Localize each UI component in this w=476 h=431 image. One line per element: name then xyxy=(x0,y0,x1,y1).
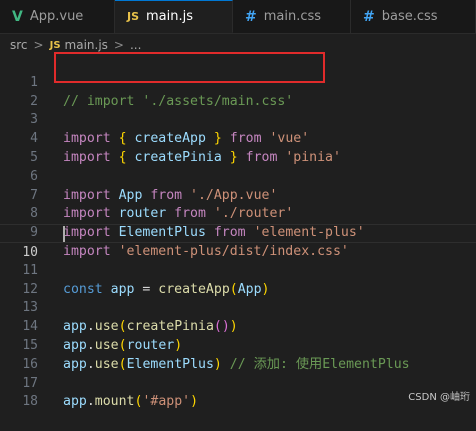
css-file-icon: # xyxy=(245,8,257,25)
code-line[interactable]: 7 import router from './router' xyxy=(0,168,476,222)
tab-main-js[interactable]: JS main.js xyxy=(115,0,233,33)
tab-base-css[interactable]: # base.css xyxy=(351,0,476,33)
code-line[interactable]: 6 import App from './App.vue' xyxy=(0,149,476,203)
code-line[interactable]: 9 import 'element-plus/dist/index.css' xyxy=(0,205,476,259)
line-number: 18 xyxy=(22,394,38,410)
code-string: '#app' xyxy=(142,394,191,410)
tab-label: main.css xyxy=(263,9,322,24)
code-line[interactable]: 15 app.use(ElementPlus) // 添加: 使用Element… xyxy=(0,318,476,372)
code-line[interactable]: 11 const app = createApp(App) xyxy=(0,243,476,297)
chevron-right-icon: > xyxy=(33,38,44,52)
code-line[interactable]: 16 xyxy=(0,337,476,372)
watermark: CSDN @岫珩 xyxy=(408,392,470,403)
code-line[interactable]: 18 xyxy=(0,375,476,409)
breadcrumb-folder[interactable]: src xyxy=(10,38,28,52)
code-paren: ) xyxy=(190,394,199,410)
chevron-right-icon: > xyxy=(113,38,124,52)
code-line[interactable]: 14 app.use(router) xyxy=(0,299,476,353)
tab-label: main.js xyxy=(146,9,194,24)
code-punctuation: . xyxy=(86,394,95,410)
js-file-icon: JS xyxy=(49,39,61,51)
tab-main-css[interactable]: # main.css xyxy=(233,0,351,33)
text-cursor xyxy=(63,226,65,243)
code-line[interactable]: 17 app.mount('#app') xyxy=(0,356,476,410)
code-identifier: app xyxy=(63,394,87,410)
code-line[interactable]: 8 import ElementPlus from 'element-plus' xyxy=(0,187,476,240)
js-file-icon: JS xyxy=(127,10,140,23)
editor-tab-bar: V App.vue JS main.js # main.css # base.c… xyxy=(0,0,476,34)
code-line[interactable]: 4 import { createPinia } from 'pinia' xyxy=(0,111,476,165)
code-editor[interactable]: 1 // import './assets/main.css' 2 3 impo… xyxy=(0,55,476,410)
code-function: mount xyxy=(94,394,135,410)
red-highlight-box xyxy=(54,52,325,83)
css-file-icon: # xyxy=(363,8,375,25)
tab-app-vue[interactable]: V App.vue xyxy=(0,0,115,33)
tab-label: base.css xyxy=(381,9,438,24)
code-line[interactable]: 13 app.use(createPinia()) xyxy=(0,281,476,334)
code-line[interactable]: 3 import { createApp } from 'vue' xyxy=(0,93,476,146)
code-line[interactable]: 5 xyxy=(0,130,476,165)
tab-label: App.vue xyxy=(29,9,84,24)
breadcrumb-more[interactable]: ... xyxy=(130,38,141,52)
vue-file-icon: V xyxy=(12,8,23,25)
breadcrumb-file[interactable]: main.js xyxy=(65,38,108,52)
code-line[interactable]: 12 xyxy=(0,262,476,297)
current-code-line[interactable]: 10 xyxy=(0,224,476,260)
